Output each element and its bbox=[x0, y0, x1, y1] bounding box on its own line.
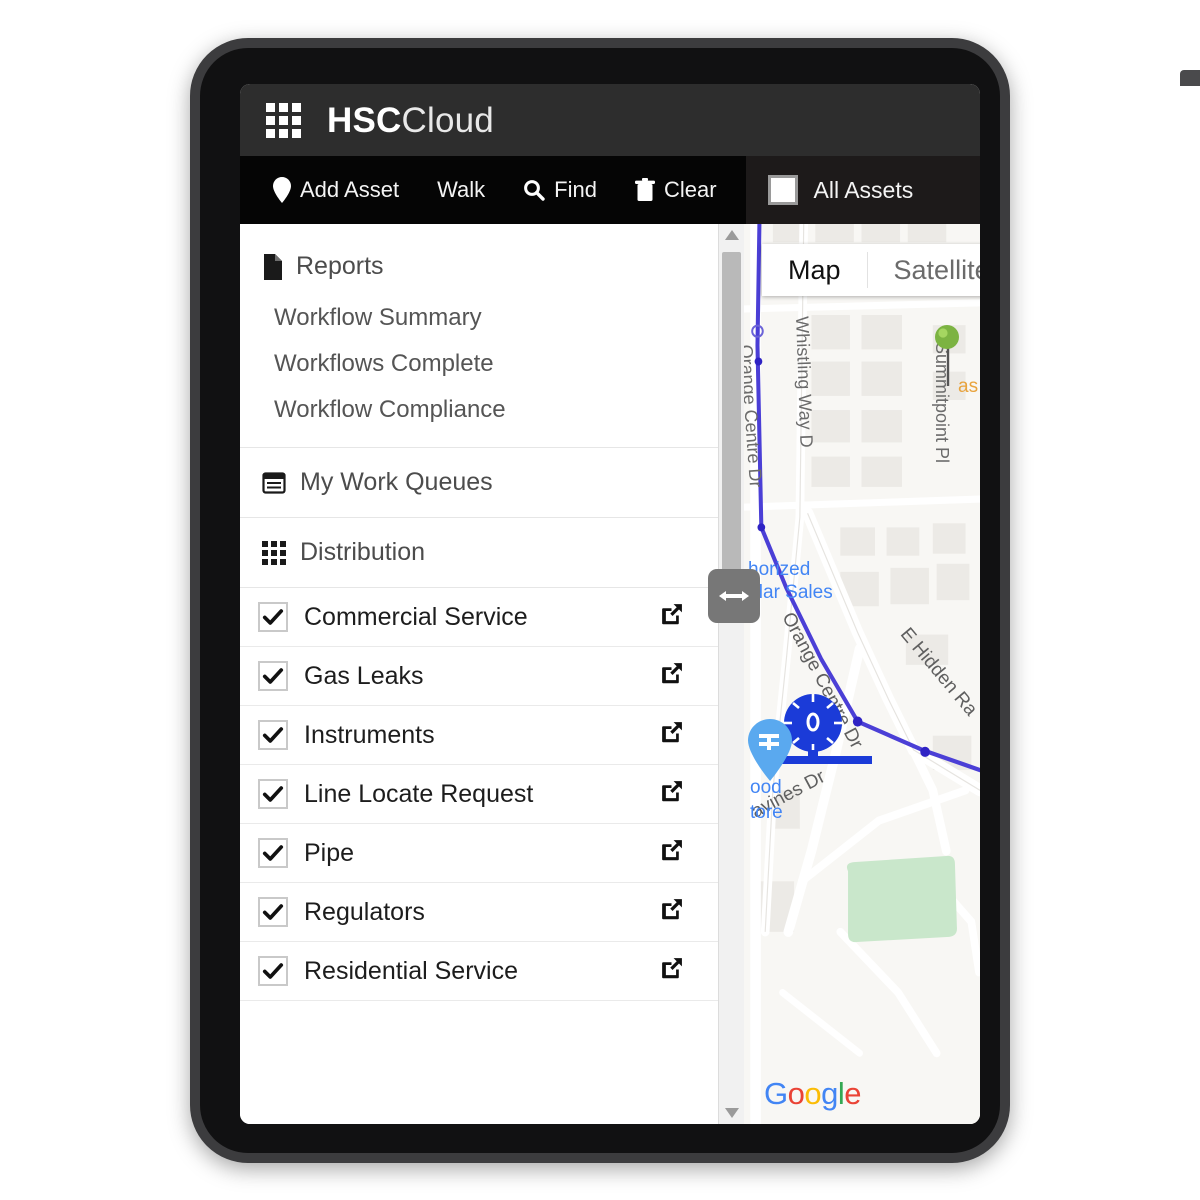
layer-label: Gas Leaks bbox=[304, 661, 424, 690]
clear-label: Clear bbox=[663, 177, 717, 202]
content-area: Reports Workflow Summary Workflows Compl… bbox=[240, 224, 980, 1124]
reports-section: Reports Workflow Summary Workflows Compl… bbox=[240, 224, 718, 448]
resize-horizontal-icon bbox=[717, 587, 751, 605]
map-view[interactable]: Map Satellite Orange Centre Dr Whistling… bbox=[744, 224, 980, 1124]
layer-row-regulators[interactable]: Regulators bbox=[240, 883, 718, 942]
google-letter-o1: o bbox=[787, 1076, 805, 1111]
park-area bbox=[846, 855, 957, 943]
external-link-icon[interactable] bbox=[659, 720, 696, 750]
add-asset-button[interactable]: Add Asset bbox=[254, 156, 418, 224]
reports-header[interactable]: Reports bbox=[240, 246, 718, 295]
layer-row-commercial-service[interactable]: Commercial Service bbox=[240, 588, 718, 647]
report-link-workflow-compliance[interactable]: Workflow Compliance bbox=[240, 387, 718, 433]
scrollbar-thumb[interactable] bbox=[722, 252, 741, 582]
regulator-cluster-marker[interactable] bbox=[780, 692, 876, 777]
poi-pin-marker[interactable] bbox=[748, 719, 792, 786]
brand-secondary: Cloud bbox=[401, 100, 494, 140]
layer-row-gas-leaks[interactable]: Gas Leaks bbox=[240, 647, 718, 706]
layer-label: Line Locate Request bbox=[304, 779, 534, 808]
all-assets-label: All Assets bbox=[813, 176, 914, 203]
google-letter-e: e bbox=[844, 1076, 862, 1111]
scrollbar-track[interactable] bbox=[719, 246, 744, 1102]
google-letter-g2: g bbox=[821, 1076, 838, 1111]
search-icon bbox=[523, 179, 545, 201]
layer-checkbox[interactable] bbox=[258, 897, 288, 927]
external-link-icon[interactable] bbox=[659, 838, 696, 868]
external-link-icon[interactable] bbox=[659, 779, 696, 809]
tablet-device-frame: HSCCloud Add Asset Walk Find Clear All A… bbox=[190, 38, 1200, 1163]
caret-down-icon[interactable] bbox=[724, 1102, 739, 1124]
sidebar-scrollbar[interactable] bbox=[718, 224, 744, 1124]
clear-button[interactable]: Clear bbox=[616, 156, 736, 224]
map-pin-icon bbox=[273, 177, 291, 203]
document-icon bbox=[262, 253, 282, 280]
external-link-icon[interactable] bbox=[659, 897, 696, 927]
google-letter-o2: o bbox=[804, 1076, 822, 1111]
layer-checkbox[interactable] bbox=[258, 602, 288, 632]
map-type-map-button[interactable]: Map bbox=[762, 244, 867, 296]
layer-label: Instruments bbox=[304, 720, 435, 749]
report-link-workflows-complete[interactable]: Workflows Complete bbox=[240, 341, 718, 387]
layer-checkbox[interactable] bbox=[258, 779, 288, 809]
external-link-icon[interactable] bbox=[659, 661, 696, 691]
panel-splitter-handle[interactable] bbox=[708, 569, 760, 623]
sidebar-item-distribution[interactable]: Distribution bbox=[240, 518, 718, 588]
report-link-workflow-summary[interactable]: Workflow Summary bbox=[240, 295, 718, 341]
find-button[interactable]: Find bbox=[504, 156, 616, 224]
main-toolbar: Add Asset Walk Find Clear All Assets bbox=[240, 156, 980, 224]
layer-label: Regulators bbox=[304, 897, 425, 926]
map-type-satellite-button[interactable]: Satellite bbox=[868, 244, 980, 296]
tablet-top-button[interactable] bbox=[1180, 70, 1200, 86]
calendar-list-icon bbox=[262, 471, 286, 495]
layer-row-pipe[interactable]: Pipe bbox=[240, 824, 718, 883]
toolbar-actions: Add Asset Walk Find Clear bbox=[240, 156, 736, 224]
layer-checkbox[interactable] bbox=[258, 720, 288, 750]
screenshot-root: HSCCloud Add Asset Walk Find Clear All A… bbox=[0, 0, 1200, 1200]
sidebar-panel: Reports Workflow Summary Workflows Compl… bbox=[240, 224, 718, 1124]
all-assets-toggle[interactable]: All Assets bbox=[745, 156, 980, 224]
grid-apps-icon bbox=[262, 540, 286, 565]
poi-label-gas: as bbox=[958, 376, 979, 397]
layer-row-instruments[interactable]: Instruments bbox=[240, 706, 718, 765]
poi-label-food: ood bbox=[750, 777, 782, 798]
layer-row-line-locate-request[interactable]: Line Locate Request bbox=[240, 765, 718, 824]
distribution-label: Distribution bbox=[300, 538, 426, 566]
layer-row-residential-service[interactable]: Residential Service bbox=[240, 942, 718, 1001]
layer-label: Pipe bbox=[304, 838, 355, 867]
app-title: HSCCloud bbox=[327, 103, 494, 138]
sidebar-item-my-work-queues[interactable]: My Work Queues bbox=[240, 448, 718, 518]
layer-label: Residential Service bbox=[304, 956, 518, 985]
brand-primary: HSC bbox=[327, 100, 402, 140]
google-attribution: Google bbox=[764, 1076, 862, 1112]
layer-checkbox[interactable] bbox=[258, 838, 288, 868]
trash-icon bbox=[634, 178, 655, 202]
layer-checkbox[interactable] bbox=[258, 956, 288, 986]
map-type-switch: Map Satellite bbox=[762, 244, 980, 296]
app-screen: HSCCloud Add Asset Walk Find Clear All A… bbox=[240, 84, 980, 1124]
google-letter-g: G bbox=[764, 1076, 788, 1111]
layer-label: Commercial Service bbox=[304, 602, 528, 631]
grid-apps-icon[interactable] bbox=[266, 102, 301, 138]
add-asset-label: Add Asset bbox=[300, 177, 400, 202]
app-header: HSCCloud bbox=[240, 84, 980, 156]
my-work-queues-label: My Work Queues bbox=[300, 468, 493, 496]
external-link-icon[interactable] bbox=[659, 602, 696, 632]
layer-checkbox[interactable] bbox=[258, 661, 288, 691]
caret-up-icon[interactable] bbox=[724, 224, 739, 246]
find-label: Find bbox=[554, 177, 597, 202]
walk-label: Walk bbox=[437, 177, 486, 202]
reports-title: Reports bbox=[296, 252, 384, 280]
walk-button[interactable]: Walk bbox=[418, 156, 504, 224]
poi-label-store: tore bbox=[750, 802, 783, 823]
external-link-icon[interactable] bbox=[659, 956, 696, 986]
all-assets-checkbox[interactable] bbox=[767, 175, 798, 205]
